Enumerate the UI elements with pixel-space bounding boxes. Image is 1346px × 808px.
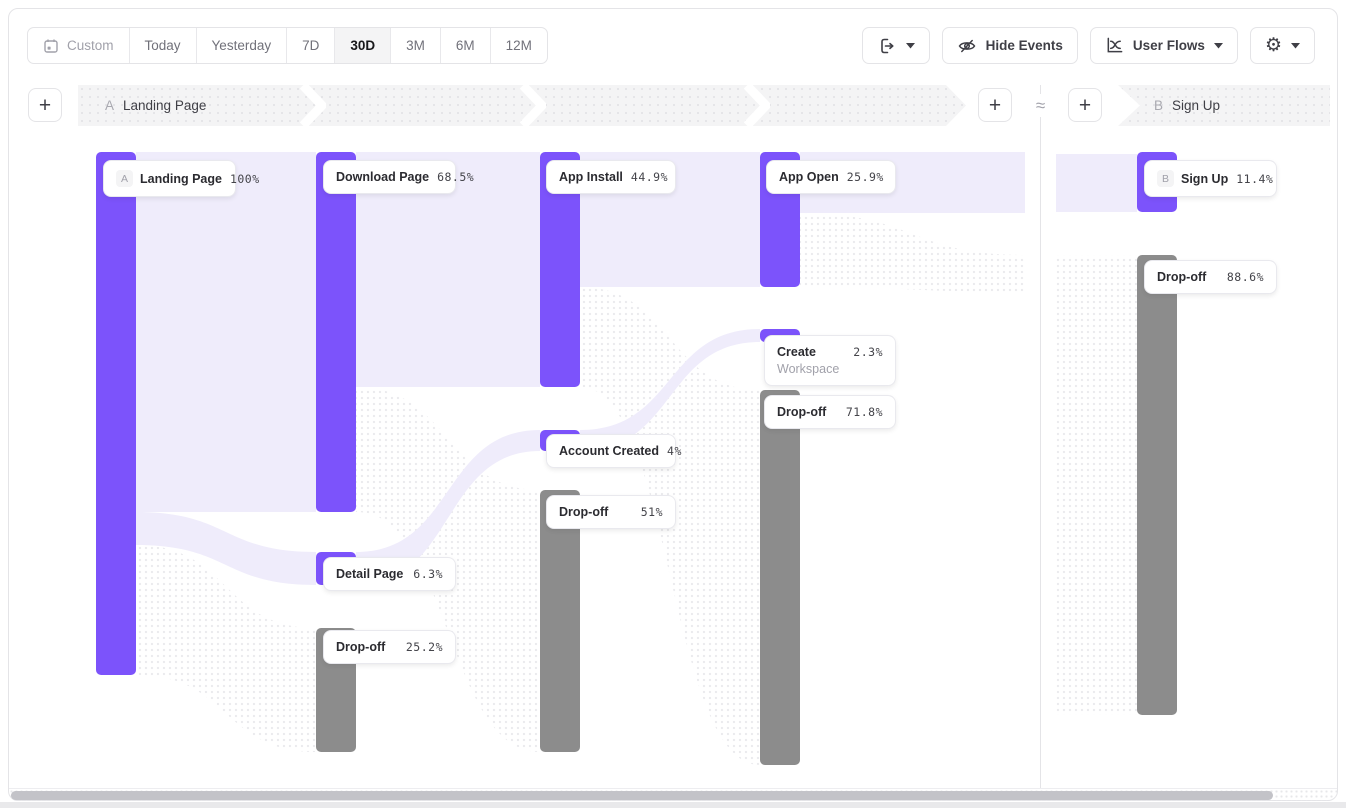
node-card-create-workspace[interactable]: Create 2.3% Workspace — [764, 335, 896, 386]
bar-dropoff-app-install[interactable] — [540, 490, 580, 752]
node-card-dropoff-download[interactable]: Drop-off 25.2% — [323, 630, 456, 664]
node-card-app-open[interactable]: App Open 25.9% — [766, 160, 896, 194]
flow-band[interactable] — [1056, 154, 1137, 212]
node-card-download-page[interactable]: Download Page 68.5% — [323, 160, 456, 194]
horizontal-scrollbar-thumb[interactable] — [11, 791, 1273, 800]
flow-band[interactable] — [136, 152, 316, 512]
dropoff-flow — [1056, 255, 1137, 715]
bar-landing-page[interactable] — [96, 152, 136, 675]
bar-download-page[interactable] — [316, 152, 356, 512]
node-card-dropoff-app-open[interactable]: Drop-off 71.8% — [764, 395, 896, 429]
node-card-detail-page[interactable]: Detail Page 6.3% — [323, 557, 456, 591]
node-card-app-install[interactable]: App Install 44.9% — [546, 160, 676, 194]
node-card-dropoff-app-install[interactable]: Drop-off 51% — [546, 495, 676, 529]
horizontal-scrollbar-track[interactable] — [9, 788, 1337, 801]
step-badge: A — [116, 170, 133, 187]
node-card-dropoff-sign-up[interactable]: Drop-off 88.6% — [1144, 260, 1277, 294]
bar-dropoff-app-open[interactable] — [760, 390, 800, 765]
node-card-account-created[interactable]: Account Created 4% — [546, 434, 676, 468]
page-background-strip — [0, 802, 1346, 808]
node-card-sign-up[interactable]: B Sign Up 11.4% — [1144, 160, 1277, 197]
step-badge: B — [1157, 170, 1174, 187]
node-card-landing-page[interactable]: A Landing Page 100% — [103, 160, 236, 197]
dropoff-flow — [800, 213, 1025, 292]
bar-dropoff-sign-up[interactable] — [1137, 255, 1177, 715]
